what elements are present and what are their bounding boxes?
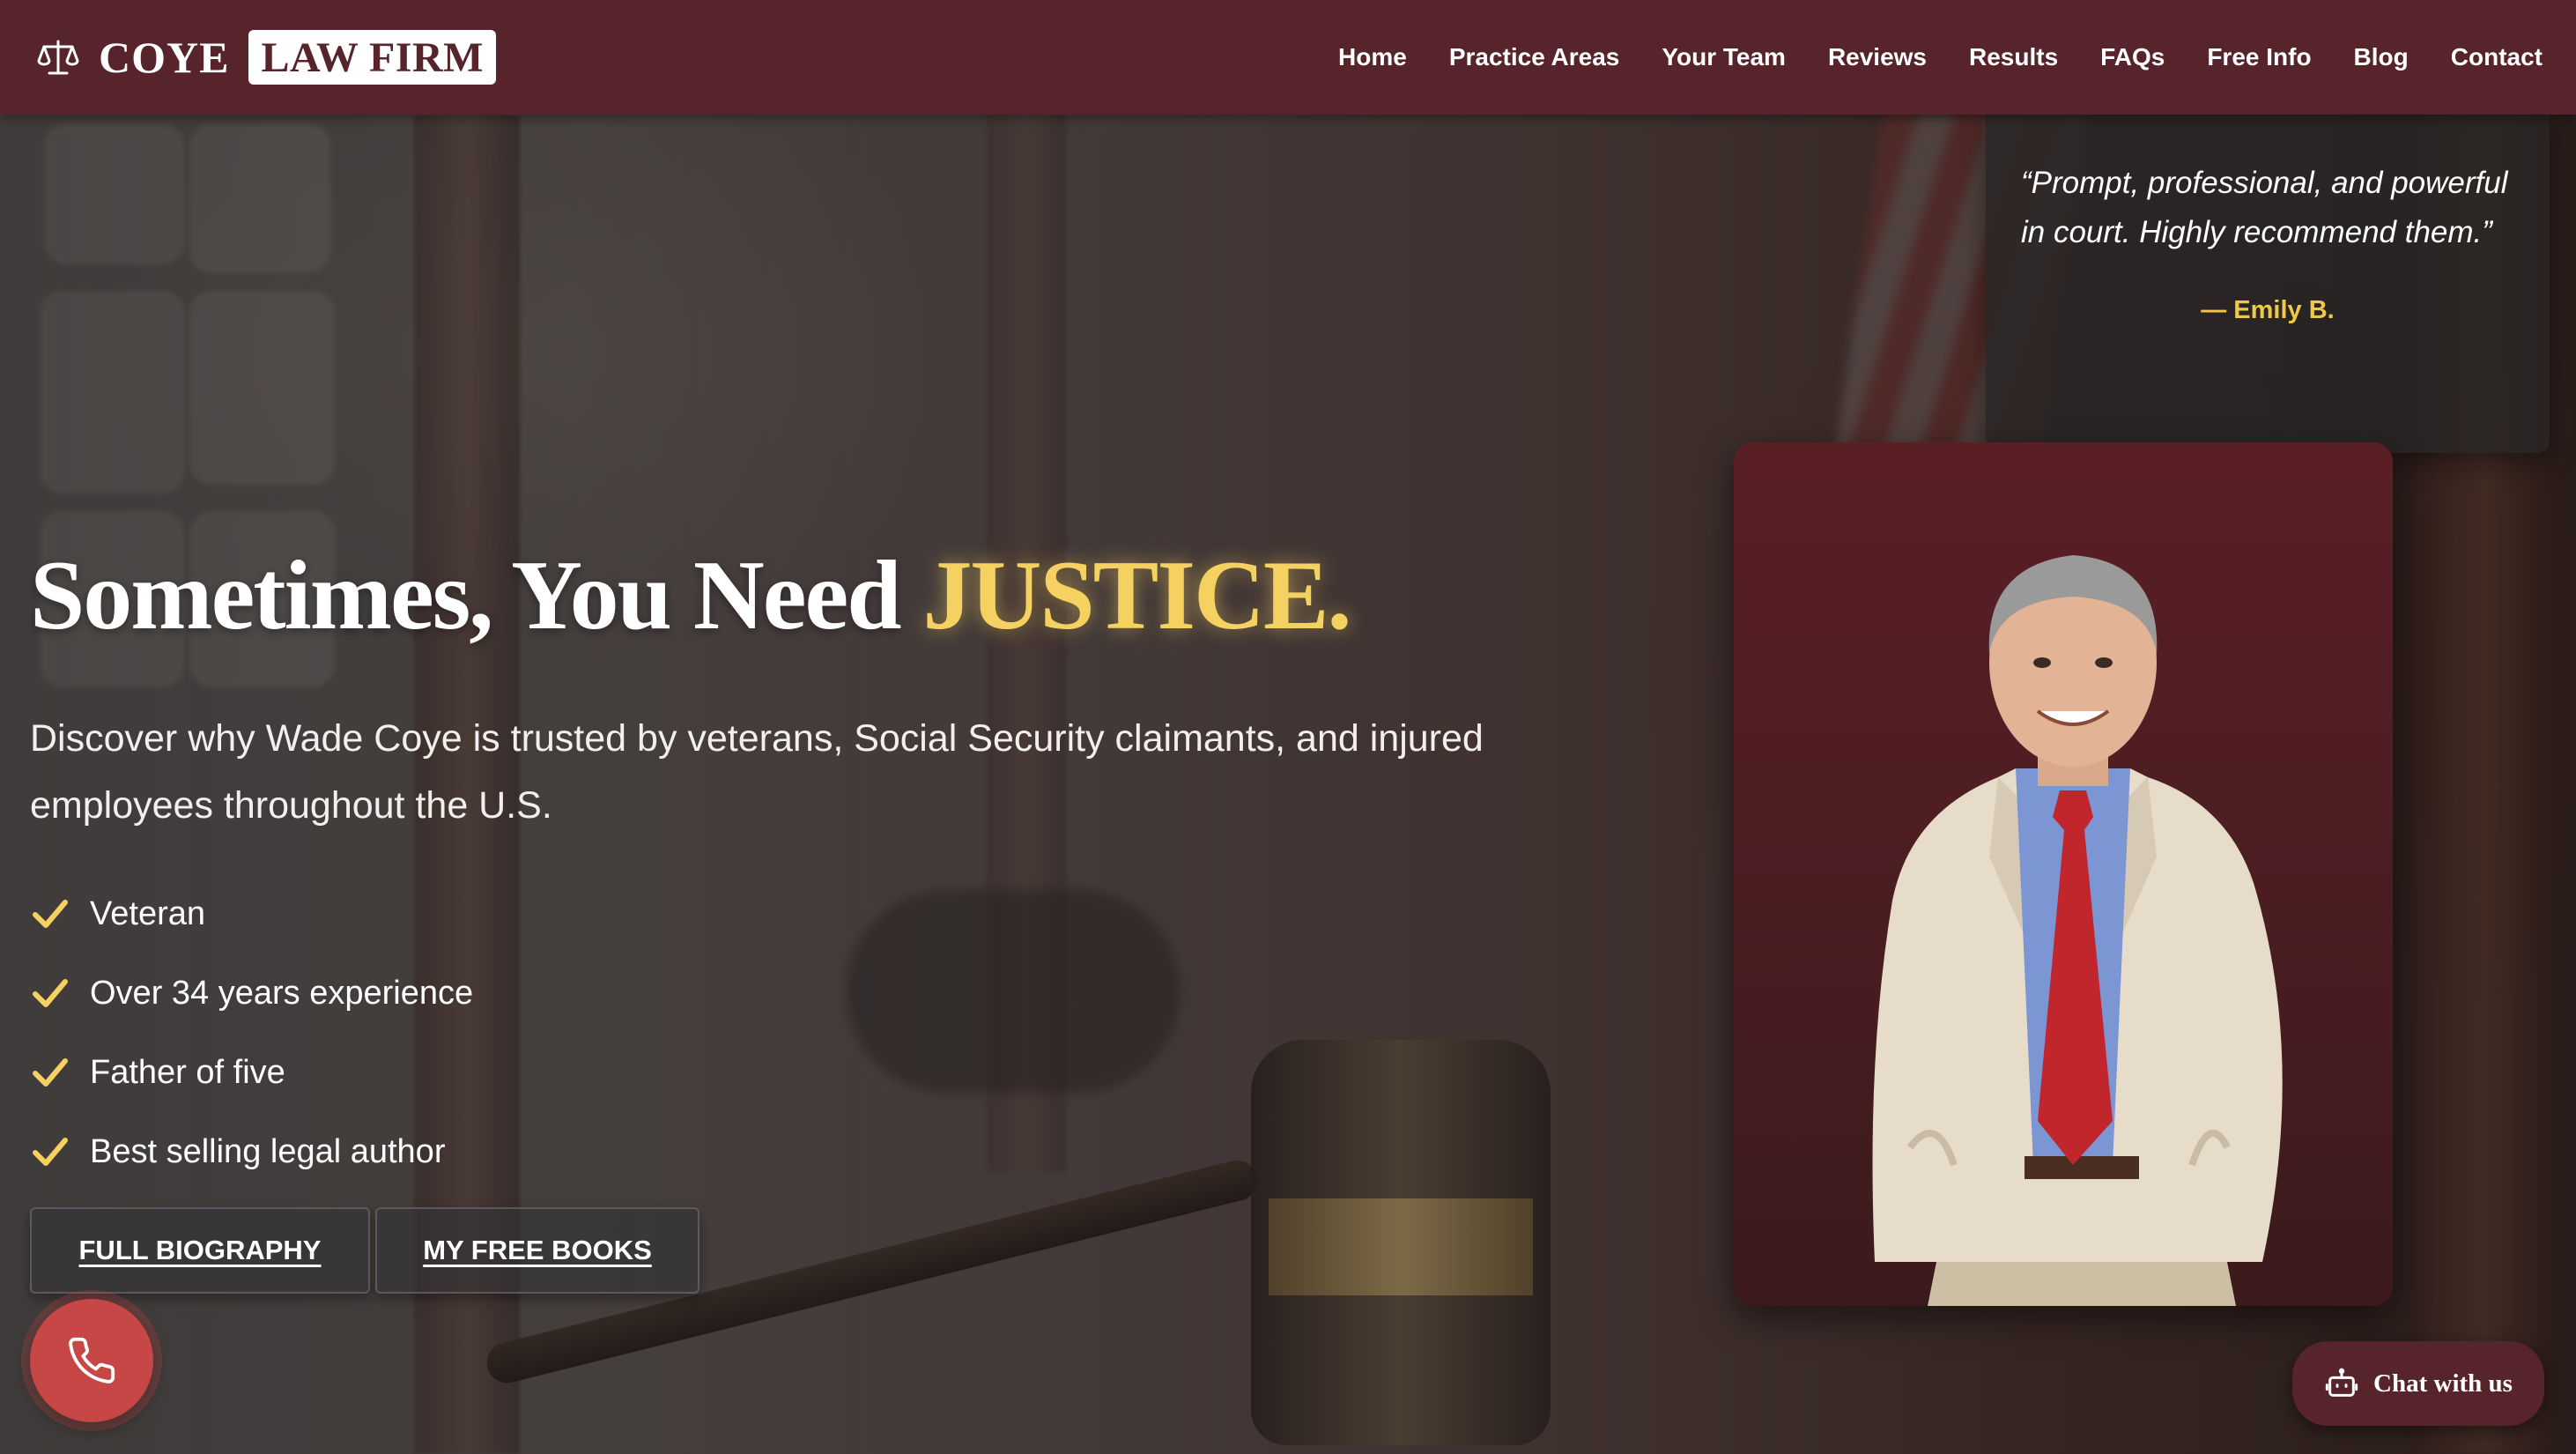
check-icon xyxy=(33,1058,68,1087)
feature-label: Father of five xyxy=(90,1053,285,1091)
robot-icon xyxy=(2325,1368,2358,1397)
check-icon xyxy=(33,900,68,928)
site-header: COYE LAW FIRM Home Practice Areas Your T… xyxy=(0,0,2576,115)
full-biography-button[interactable]: FULL BIOGRAPHY xyxy=(30,1207,370,1294)
headline-main: Sometimes, You Need xyxy=(30,541,901,650)
nav-blog[interactable]: Blog xyxy=(2354,43,2409,71)
nav-home[interactable]: Home xyxy=(1338,43,1407,71)
hero-headline: Sometimes, You Need JUSTICE. xyxy=(30,539,1352,653)
nav-results[interactable]: Results xyxy=(1969,43,2058,71)
hero-buttons: FULL BIOGRAPHY MY FREE BOOKS xyxy=(30,1207,700,1294)
check-icon xyxy=(33,1138,68,1166)
nav-reviews[interactable]: Reviews xyxy=(1828,43,1927,71)
list-item: Father of five xyxy=(30,1033,473,1112)
feature-label: Veteran xyxy=(90,894,205,932)
scales-icon xyxy=(37,36,79,78)
feature-list: Veteran Over 34 years experience Father … xyxy=(30,874,473,1191)
testimonial-author: — Emily B. xyxy=(2201,296,2335,324)
phone-icon xyxy=(69,1337,115,1384)
nav-your-team[interactable]: Your Team xyxy=(1662,43,1786,71)
logo-name: COYE xyxy=(99,33,230,82)
nav-practice-areas[interactable]: Practice Areas xyxy=(1449,43,1620,71)
nav-faqs[interactable]: FAQs xyxy=(2100,43,2165,71)
testimonial-card: “Prompt, professional, and powerful in c… xyxy=(1986,115,2550,453)
testimonial-quote: “Prompt, professional, and powerful in c… xyxy=(2021,166,2508,249)
headline-accent: JUSTICE. xyxy=(922,541,1352,650)
main-nav: Home Practice Areas Your Team Reviews Re… xyxy=(1338,43,2543,71)
nav-free-info[interactable]: Free Info xyxy=(2207,43,2311,71)
hero-subtext: Discover why Wade Coye is trusted by vet… xyxy=(30,717,1484,827)
list-item: Veteran xyxy=(30,874,473,953)
check-icon xyxy=(33,979,68,1007)
feature-label: Over 34 years experience xyxy=(90,974,474,1012)
chat-button[interactable]: Chat with us xyxy=(2292,1341,2544,1426)
attorney-portrait xyxy=(1734,442,2393,1306)
free-books-button[interactable]: MY FREE BOOKS xyxy=(375,1207,700,1294)
call-button[interactable] xyxy=(30,1299,153,1422)
chat-label: Chat with us xyxy=(2373,1369,2513,1398)
nav-contact[interactable]: Contact xyxy=(2451,43,2543,71)
logo[interactable]: COYE LAW FIRM xyxy=(37,30,496,85)
feature-label: Best selling legal author xyxy=(90,1132,446,1170)
list-item: Over 34 years experience xyxy=(30,953,473,1033)
logo-badge: LAW FIRM xyxy=(248,30,496,85)
attorney-photo xyxy=(1872,555,2283,1306)
list-item: Best selling legal author xyxy=(30,1112,473,1191)
